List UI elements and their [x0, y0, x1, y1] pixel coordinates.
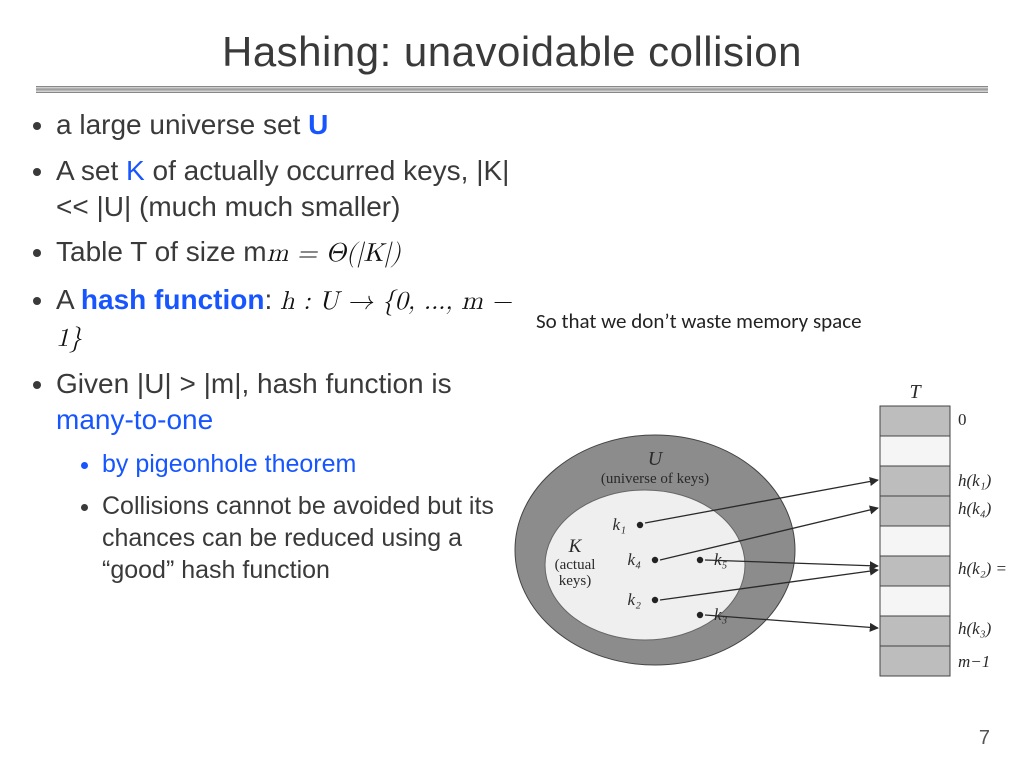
slot-hk4: h(k₄)	[958, 499, 992, 518]
U-label2: (universe of keys)	[601, 471, 709, 487]
hash-diagram: U (universe of keys) K (actual keys) k₁ …	[500, 370, 1024, 720]
slot-0: 0	[958, 410, 967, 429]
b3-math: m = Θ(|K|)	[267, 241, 401, 267]
slot-hk1: h(k₁)	[958, 471, 992, 490]
k4-label: k₄	[628, 550, 642, 569]
b5-pre: Given |U| > |m|, hash function is	[56, 368, 452, 399]
bullet-2: A set K of actually occurred keys, |K| <…	[56, 153, 526, 225]
b3-pre: Table T of size m	[56, 236, 267, 267]
T-label: T	[909, 381, 922, 403]
slot-hk2: h(k₂) =	[958, 559, 1007, 578]
sub-bullet-2: Collisions cannot be avoided but its cha…	[102, 490, 526, 586]
b4-hf: hash function	[81, 284, 265, 315]
K-label: K	[568, 536, 583, 557]
bullet-4: A hash function: h : U → {0, ..., m − 1}	[56, 282, 526, 357]
k5-label: k₅	[714, 550, 728, 569]
b5-mto: many-to-one	[56, 404, 213, 435]
bullet-list: a large universe set U A set K of actual…	[26, 107, 542, 586]
U-label: U	[648, 448, 664, 470]
page-number: 7	[979, 727, 990, 750]
k2-label: k₂	[628, 590, 642, 609]
K-label3: keys)	[559, 573, 592, 589]
b4-pre: A	[56, 284, 81, 315]
slot-mlast: m−1	[958, 652, 990, 671]
slide: Hashing: unavoidable collision a large u…	[0, 0, 1024, 768]
bullet-1: a large universe set U	[56, 107, 526, 143]
bullet-5: Given |U| > |m|, hash function is many-t…	[56, 366, 526, 586]
bullet-3: Table T of size mm = Θ(|K|)	[56, 234, 526, 271]
sub-bullets: by pigeonhole theorem Collisions cannot …	[78, 448, 526, 586]
b2-K: K	[126, 155, 145, 186]
K-label2: (actual	[555, 557, 596, 573]
b1-text: a large universe set	[56, 109, 308, 140]
memory-annotation: So that we don’t waste memory space	[536, 308, 862, 334]
k3-label: k₃	[714, 605, 728, 624]
b4-post: :	[264, 284, 280, 315]
b1-U: U	[308, 109, 328, 140]
slot-hk3: h(k₃)	[958, 619, 992, 638]
b2-pre: A set	[56, 155, 126, 186]
hash-table: T	[880, 381, 950, 676]
slide-title: Hashing: unavoidable collision	[0, 0, 1024, 82]
sub-bullet-1: by pigeonhole theorem	[102, 448, 526, 480]
title-rule	[36, 86, 988, 93]
k1-label: k₁	[613, 515, 626, 534]
